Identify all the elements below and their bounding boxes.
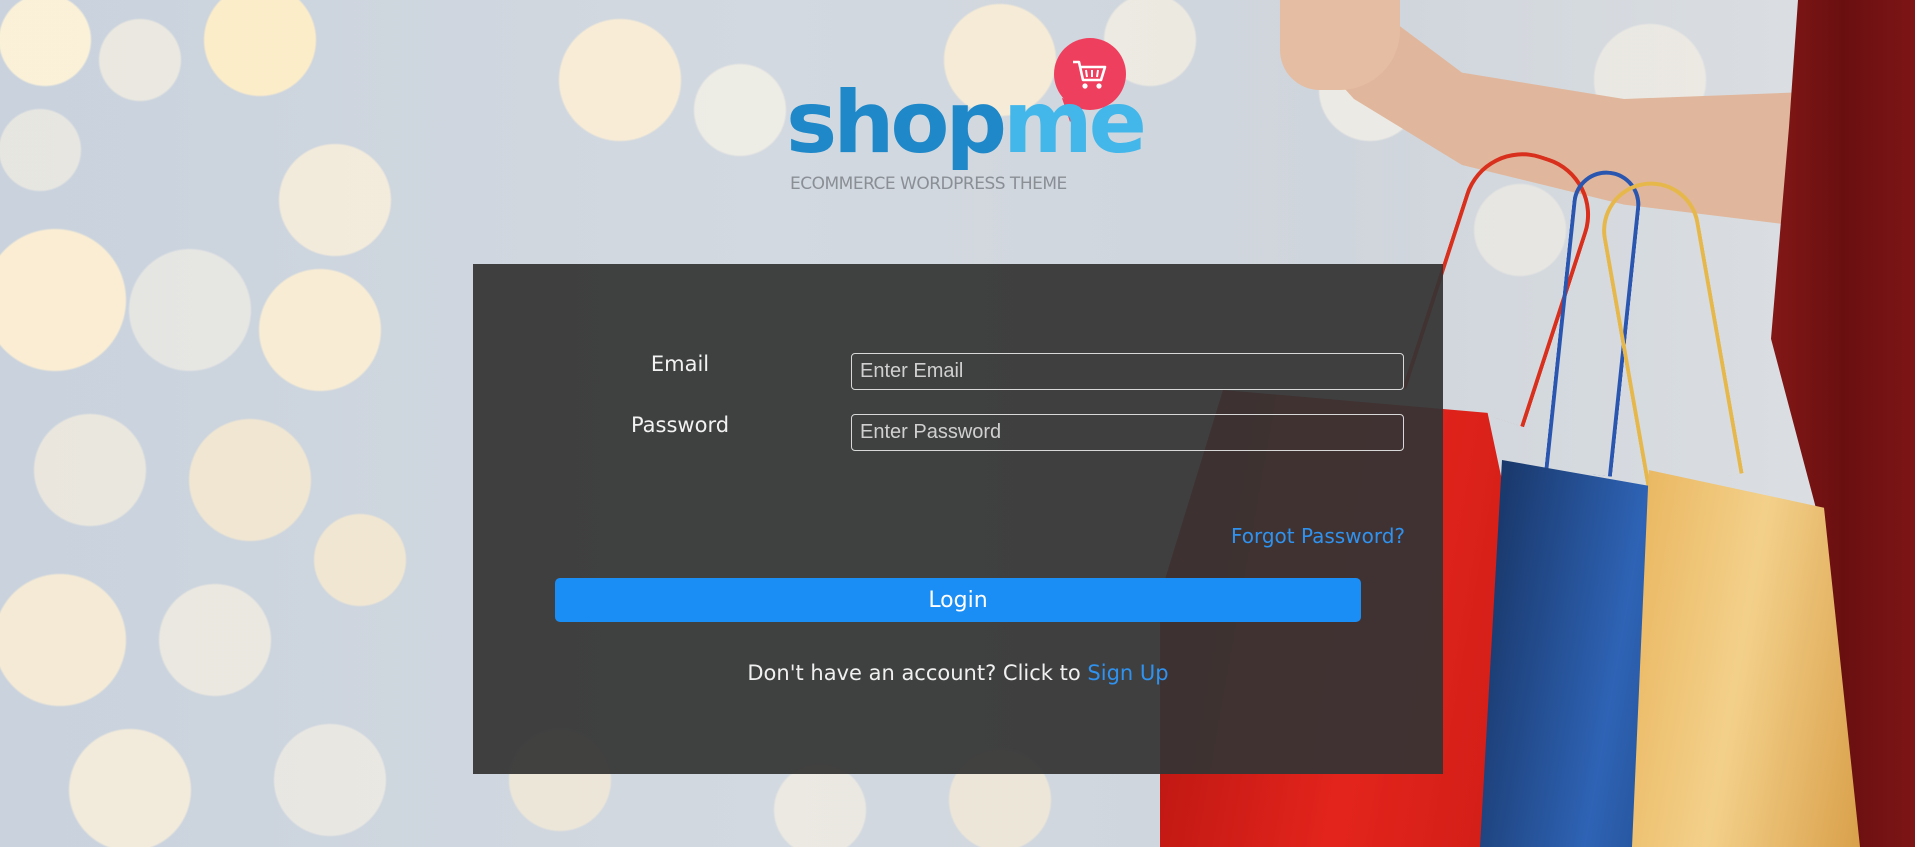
login-panel: Email Password Forgot Password? Login Do… xyxy=(473,264,1443,774)
email-label: Email xyxy=(650,352,710,376)
logo-tagline: ECOMMERCE WORDPRESS THEME xyxy=(790,174,1067,194)
password-label: Password xyxy=(630,413,730,437)
logo-word-me: me xyxy=(1003,73,1147,173)
brand-logo: shopme ECOMMERCE WORDPRESS THEME xyxy=(786,38,1147,198)
signup-prompt-text: Don't have an account? Click to xyxy=(747,661,1081,685)
shopping-bag-yellow xyxy=(1632,470,1860,847)
password-input[interactable] xyxy=(851,414,1404,451)
signup-prompt: Don't have an account? Click to Sign Up xyxy=(473,661,1443,685)
signup-link[interactable]: Sign Up xyxy=(1087,661,1168,685)
email-input[interactable] xyxy=(851,353,1404,390)
login-button[interactable]: Login xyxy=(555,578,1361,622)
forgot-password-link[interactable]: Forgot Password? xyxy=(1231,524,1405,548)
logo-wordmark: shopme xyxy=(786,80,1147,166)
logo-word-shop: shop xyxy=(786,73,1007,173)
